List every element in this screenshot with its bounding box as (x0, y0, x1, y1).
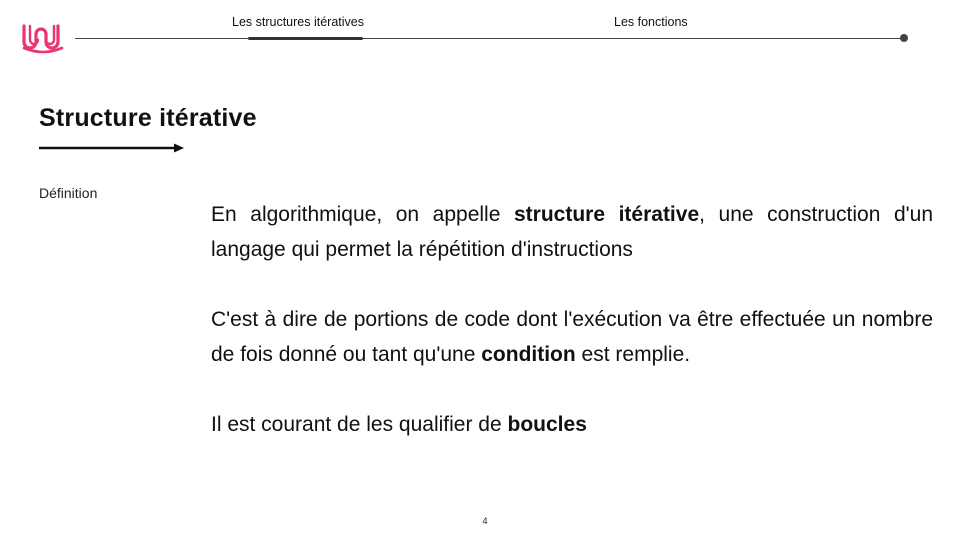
dot-icon (900, 34, 908, 42)
page-number: 4 (482, 516, 488, 526)
paragraph-2: C'est à dire de portions de code dont l'… (211, 302, 933, 372)
tab-les-structures-iteratives[interactable]: Les structures itératives (232, 15, 364, 29)
timeline-line (75, 38, 905, 39)
bold-term: boucles (507, 413, 587, 436)
active-tab-indicator (248, 37, 363, 40)
bold-term: structure itérative (513, 203, 700, 226)
arrow-right-icon (39, 143, 184, 153)
definition-body: En algorithmique, on appelle structure i… (211, 197, 933, 442)
text-run: En algorithmique, on appelle (211, 203, 514, 226)
text-run: est remplie. (575, 343, 691, 366)
section-label: Définition (39, 185, 98, 201)
wave-logo-icon (22, 24, 64, 54)
text-run: Il est courant de les qualifier de (211, 413, 508, 436)
bold-term: condition (481, 343, 576, 366)
paragraph-3: Il est courant de les qualifier de boucl… (211, 407, 933, 442)
paragraph-1: En algorithmique, on appelle structure i… (211, 197, 933, 267)
slide-title: Structure itérative (39, 104, 257, 132)
tab-les-fonctions[interactable]: Les fonctions (614, 15, 688, 29)
